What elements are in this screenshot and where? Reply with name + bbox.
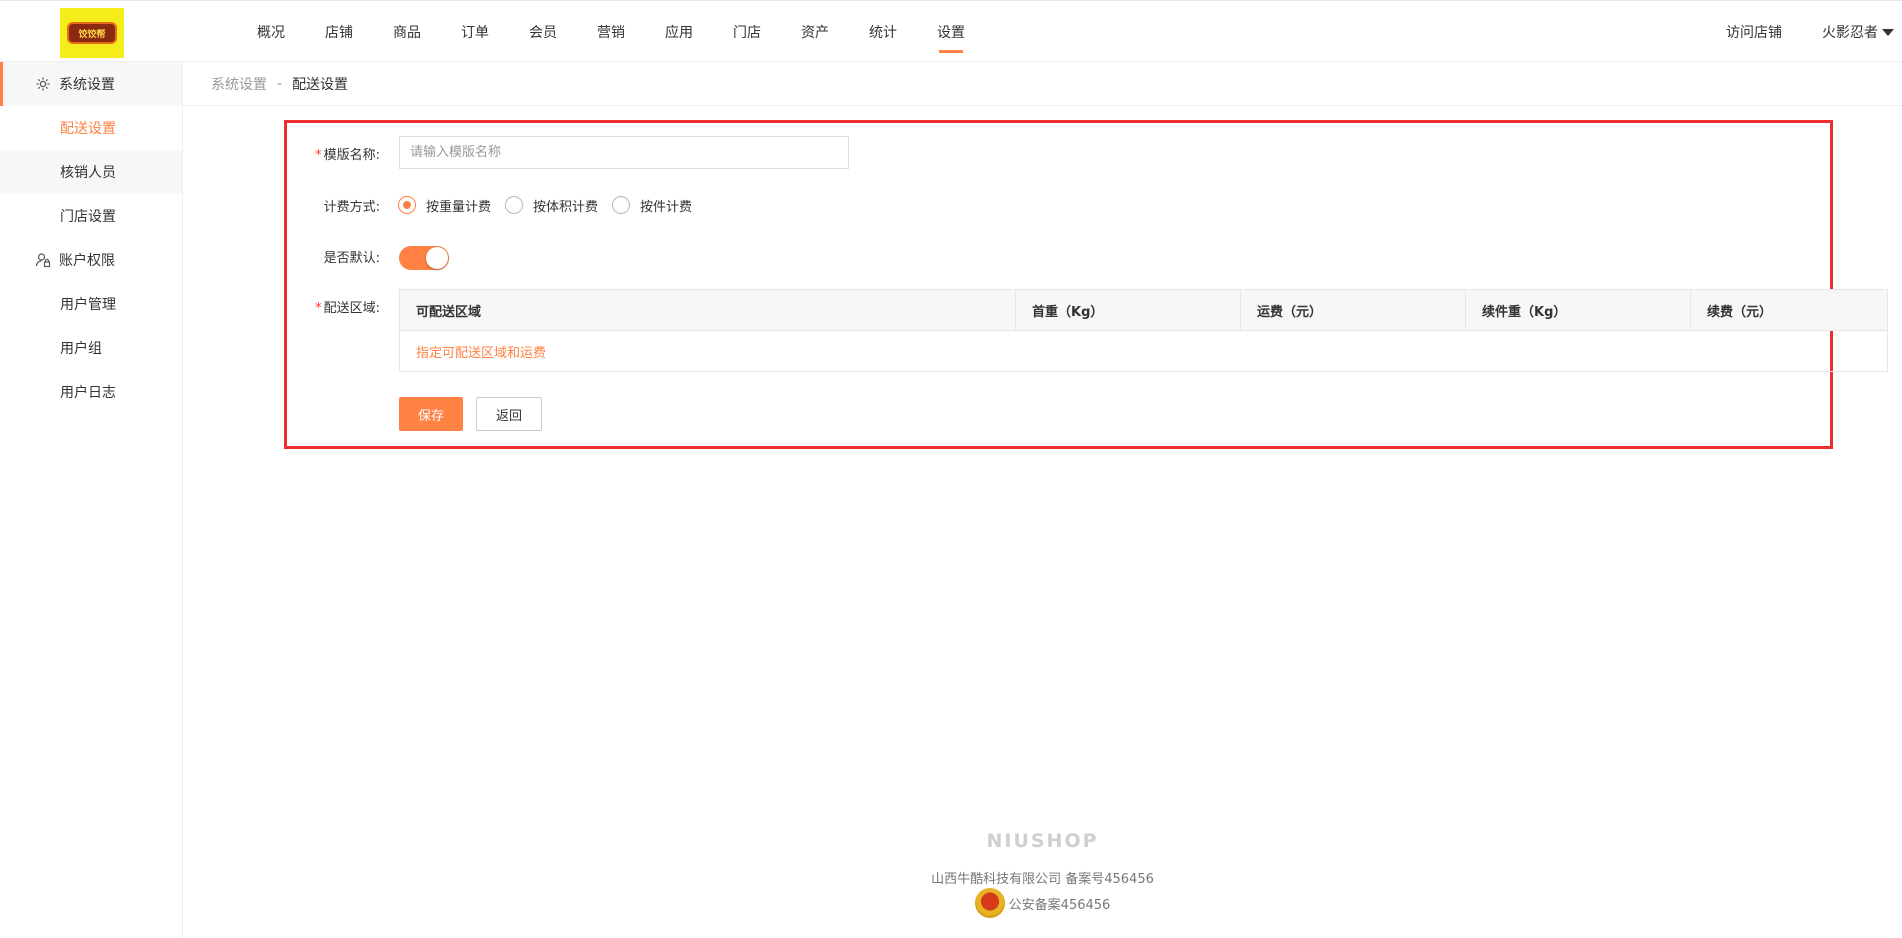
breadcrumb: 系统设置 - 配送设置 [183,62,1902,106]
sidebar-item-delivery-settings[interactable]: 配送设置 [0,106,182,150]
radio-by-volume[interactable]: 按体积计费 [505,196,598,215]
sidebar-item-user-management[interactable]: 用户管理 [0,282,182,326]
breadcrumb-separator: - [277,75,283,92]
delivery-area-label-text: 配送区域: [323,301,380,316]
gear-icon [35,76,51,92]
nav-overview[interactable]: 概况 [237,1,305,63]
back-button[interactable]: 返回 [476,397,542,431]
table-cell: 指定可配送区域和运费 [399,330,1888,372]
template-name-input[interactable] [399,136,849,169]
sidebar-group-system-settings[interactable]: 系统设置 [0,62,182,106]
column-header-first-weight: 首重（Kg） [1015,289,1241,331]
column-header-area: 可配送区域 [399,289,1016,331]
sidebar-item-verifiers[interactable]: 核销人员 [0,150,182,194]
sidebar-group-label: 账户权限 [59,253,115,269]
radio-circle [398,196,416,214]
nav-marketing[interactable]: 营销 [577,1,645,63]
nav-stats[interactable]: 统计 [849,1,917,63]
brand-logo[interactable]: 饺饺帮 [60,8,124,58]
radio-label: 按件计费 [640,199,693,215]
top-right-actions: 访问店铺 火影忍者 [1726,1,1902,63]
template-name-label: * 模版名称: [280,144,380,163]
main-nav: 概况 店铺 商品 订单 会员 营销 应用 门店 资产 统计 设置 [237,1,985,63]
police-emblem-icon [974,888,1005,918]
column-header-extra-weight: 续件重（Kg） [1465,289,1691,331]
save-button[interactable]: 保存 [399,397,463,431]
user-name: 火影忍者 [1822,25,1878,41]
footer-company: 山西牛酷科技有限公司 备案号456456 [931,872,1154,887]
visit-store-link[interactable]: 访问店铺 [1726,22,1782,42]
sidebar-item-user-logs[interactable]: 用户日志 [0,370,182,414]
column-header-extra-fee: 续费（元） [1690,289,1888,331]
radio-label: 按体积计费 [533,199,599,215]
template-name-label-text: 模版名称: [323,148,380,163]
radio-circle [505,196,524,214]
nav-settings[interactable]: 设置 [917,1,985,63]
user-lock-icon [35,252,51,268]
radio-by-piece[interactable]: 按件计费 [612,196,692,215]
sidebar-item-store-settings[interactable]: 门店设置 [0,194,182,238]
column-header-freight: 运费（元） [1240,289,1466,331]
billing-method-label: 计费方式: [323,200,380,215]
required-mark: * [315,148,322,163]
footer-brand: NIUSHOP [986,830,1099,852]
sidebar-group-account-permissions[interactable]: 账户权限 [0,238,182,282]
breadcrumb-parent[interactable]: 系统设置 [211,74,267,94]
nav-goods[interactable]: 商品 [373,1,441,63]
logo-text: 饺饺帮 [78,29,106,40]
assign-area-link[interactable]: 指定可配送区域和运费 [416,346,546,361]
toggle-knob [426,247,448,269]
sidebar-item-user-groups[interactable]: 用户组 [0,326,182,370]
footer-police-record: 公安备案456456 [183,888,1902,918]
user-menu[interactable]: 火影忍者 [1822,22,1902,42]
nav-members[interactable]: 会员 [509,1,577,63]
is-default-label: 是否默认: [323,251,380,266]
delivery-area-label: * 配送区域: [280,297,380,316]
breadcrumb-current: 配送设置 [292,76,349,93]
radio-label: 按重量计费 [426,199,492,215]
nav-orders[interactable]: 订单 [441,1,509,63]
sidebar-group-label: 系统设置 [59,77,115,93]
nav-assets[interactable]: 资产 [781,1,849,63]
radio-circle [612,196,631,214]
table-row: 指定可配送区域和运费 [399,330,1888,372]
nav-stores[interactable]: 门店 [713,1,781,63]
table-header-row: 可配送区域 首重（Kg） 运费（元） 续件重（Kg） 续费（元） [399,289,1888,331]
logo-badge: 饺饺帮 [67,22,117,44]
nav-shop[interactable]: 店铺 [305,1,373,63]
required-mark: * [315,301,322,316]
caret-down-icon [1882,28,1894,36]
delivery-area-table: 可配送区域 首重（Kg） 运费（元） 续件重（Kg） 续费（元） 指定可配送区域… [399,289,1888,372]
radio-by-weight[interactable]: 按重量计费 [398,196,491,215]
is-default-toggle[interactable] [399,246,449,270]
billing-method-radios: 按重量计费 按体积计费 按件计费 [398,194,706,216]
nav-apps[interactable]: 应用 [645,1,713,63]
sidebar: 系统设置 配送设置 核销人员 门店设置 账户权限 用户管理 用户组 用户日志 [0,62,183,938]
top-bar: 饺饺帮 概况 店铺 商品 订单 会员 营销 应用 门店 资产 统计 设置 访问店… [0,0,1902,62]
police-record-text[interactable]: 公安备案456456 [1009,894,1111,913]
